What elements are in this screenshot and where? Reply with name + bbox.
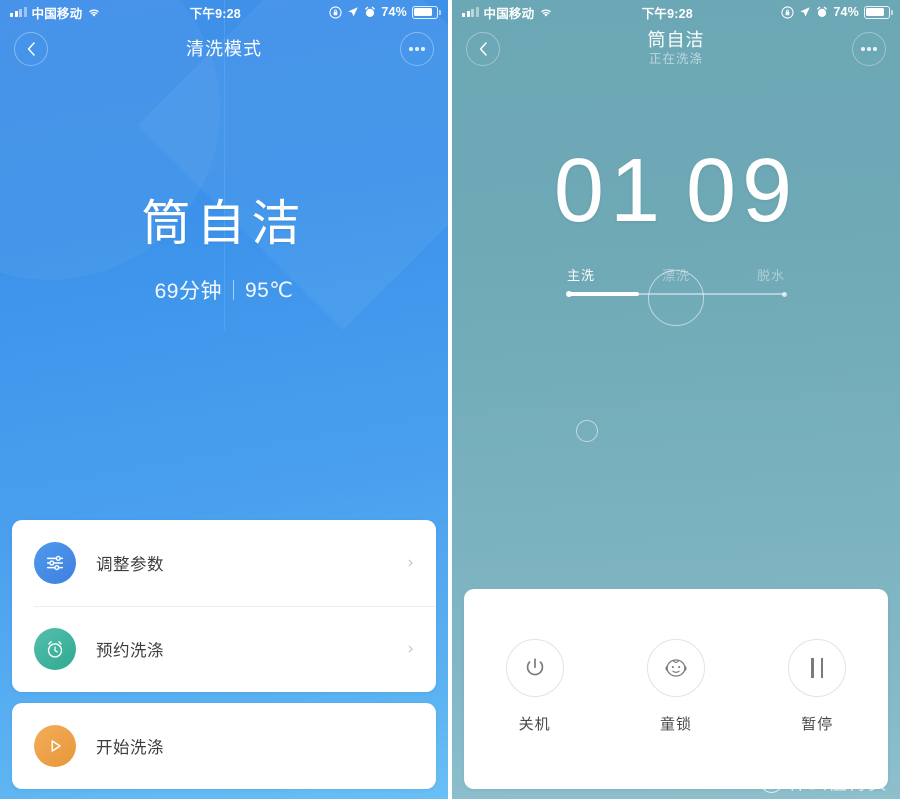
right-nav-bar: 筒自洁 正在洗涤 xyxy=(452,24,900,74)
status-bar-time: 下午9:28 xyxy=(641,6,693,21)
list-item-adjust-params[interactable]: 调整参数 › xyxy=(12,520,436,606)
battery-percent-label: 74% xyxy=(381,5,407,19)
signal-bars-icon xyxy=(10,7,27,17)
start-wash-button[interactable]: 开始洗涤 xyxy=(12,703,436,789)
rotation-lock-icon xyxy=(781,5,794,19)
options-card: 调整参数 › 预约洗涤 › xyxy=(12,520,436,692)
chevron-right-icon: › xyxy=(407,552,414,573)
signal-bars-icon xyxy=(462,7,479,17)
more-options-button[interactable] xyxy=(852,32,886,66)
status-bar-right: 74% xyxy=(781,5,893,19)
page-title: 清洗模式 xyxy=(186,38,262,59)
wifi-icon xyxy=(541,9,552,17)
battery-percent-label: 74% xyxy=(833,5,859,19)
chevron-left-icon xyxy=(479,42,487,56)
status-bar-left: 中国移动 xyxy=(10,3,101,22)
status-bar: 中国移动 下午9:28 74% xyxy=(0,0,448,24)
start-wash-card[interactable]: 开始洗涤 xyxy=(12,703,436,789)
progress-end-dot xyxy=(782,291,787,297)
program-hero: 筒自洁 69分钟 95℃ xyxy=(0,184,448,305)
drum-animation-circle xyxy=(648,270,704,326)
progress-start-dot xyxy=(566,291,572,297)
child-lock-button[interactable]: 童锁 xyxy=(621,638,731,734)
alarm-clock-icon xyxy=(365,6,376,17)
back-button[interactable] xyxy=(466,32,500,66)
list-item-label: 预约洗涤 xyxy=(96,642,164,660)
timer-hours: 01 xyxy=(553,141,666,241)
rotation-lock-icon xyxy=(329,5,342,19)
list-item-label: 调整参数 xyxy=(96,556,164,574)
status-bar-right: 74% xyxy=(329,5,441,19)
program-meta: 69分钟 95℃ xyxy=(0,275,448,305)
left-nav-bar: 清洗模式 xyxy=(0,24,448,74)
sliders-icon xyxy=(34,542,76,584)
alarm-clock-icon xyxy=(817,6,828,17)
pause-icon xyxy=(788,638,847,697)
battery-icon xyxy=(864,5,893,19)
status-bar-time: 下午9:28 xyxy=(189,6,241,21)
chevron-right-icon: › xyxy=(407,638,414,659)
carrier-label: 中国移动 xyxy=(31,6,83,21)
remaining-time-display: 01 09 xyxy=(452,140,900,243)
more-dots-icon xyxy=(861,47,877,51)
battery-icon xyxy=(412,5,441,19)
left-nav-title-wrap: 清洗模式 xyxy=(48,38,400,59)
right-phone-screen: 中国移动 下午9:28 74% 筒自洁 正在洗涤 01 09 主洗 漂洗 脱水 … xyxy=(452,0,900,799)
program-temperature: 95℃ xyxy=(244,278,294,302)
control-label: 暂停 xyxy=(801,715,834,733)
power-off-button[interactable]: 关机 xyxy=(480,638,590,734)
baby-face-icon xyxy=(646,638,705,697)
left-phone-screen: 中国移动 下午9:28 74% 清洗模式 筒自洁 69分钟 95℃ 调整参数 ›… xyxy=(0,0,448,799)
right-nav-title-wrap: 筒自洁 正在洗涤 xyxy=(500,31,852,66)
wash-progress: 主洗 漂洗 脱水 xyxy=(566,265,787,326)
chevron-left-icon xyxy=(27,42,35,56)
meta-divider xyxy=(232,280,234,300)
progress-track-fill xyxy=(566,291,639,297)
progress-step-spin: 脱水 xyxy=(756,268,785,283)
wifi-icon xyxy=(89,9,100,17)
page-title: 筒自洁 xyxy=(647,30,705,51)
status-bar-left: 中国移动 xyxy=(462,3,553,22)
control-label: 童锁 xyxy=(659,715,692,733)
carrier-label: 中国移动 xyxy=(483,6,535,21)
progress-track xyxy=(566,270,787,326)
timer-minutes: 09 xyxy=(686,141,799,241)
location-arrow-icon xyxy=(348,7,359,17)
screenshot-root: 中国移动 下午9:28 74% 清洗模式 筒自洁 69分钟 95℃ 调整参数 ›… xyxy=(0,0,900,799)
more-dots-icon xyxy=(409,47,425,51)
program-duration: 69分钟 xyxy=(154,280,222,303)
pause-button[interactable]: 暂停 xyxy=(762,638,872,734)
power-icon xyxy=(505,638,564,697)
left-bottom-cards: 调整参数 › 预约洗涤 › 开始洗涤 xyxy=(12,520,436,789)
machine-controls-card: 关机 童锁 暂停 xyxy=(464,589,888,789)
location-arrow-icon xyxy=(800,7,811,17)
start-wash-label: 开始洗涤 xyxy=(96,739,164,757)
status-bar: 中国移动 下午9:28 74% xyxy=(452,0,900,24)
control-label: 关机 xyxy=(518,715,551,733)
play-icon xyxy=(34,725,76,767)
progress-step-main-wash: 主洗 xyxy=(567,268,596,283)
more-options-button[interactable] xyxy=(400,32,434,66)
alarm-clock-icon xyxy=(34,628,76,670)
list-item-schedule-wash[interactable]: 预约洗涤 › xyxy=(12,606,436,692)
program-name: 筒自洁 xyxy=(141,197,307,251)
status-subtitle: 正在洗涤 xyxy=(648,52,703,67)
back-button[interactable] xyxy=(14,32,48,66)
